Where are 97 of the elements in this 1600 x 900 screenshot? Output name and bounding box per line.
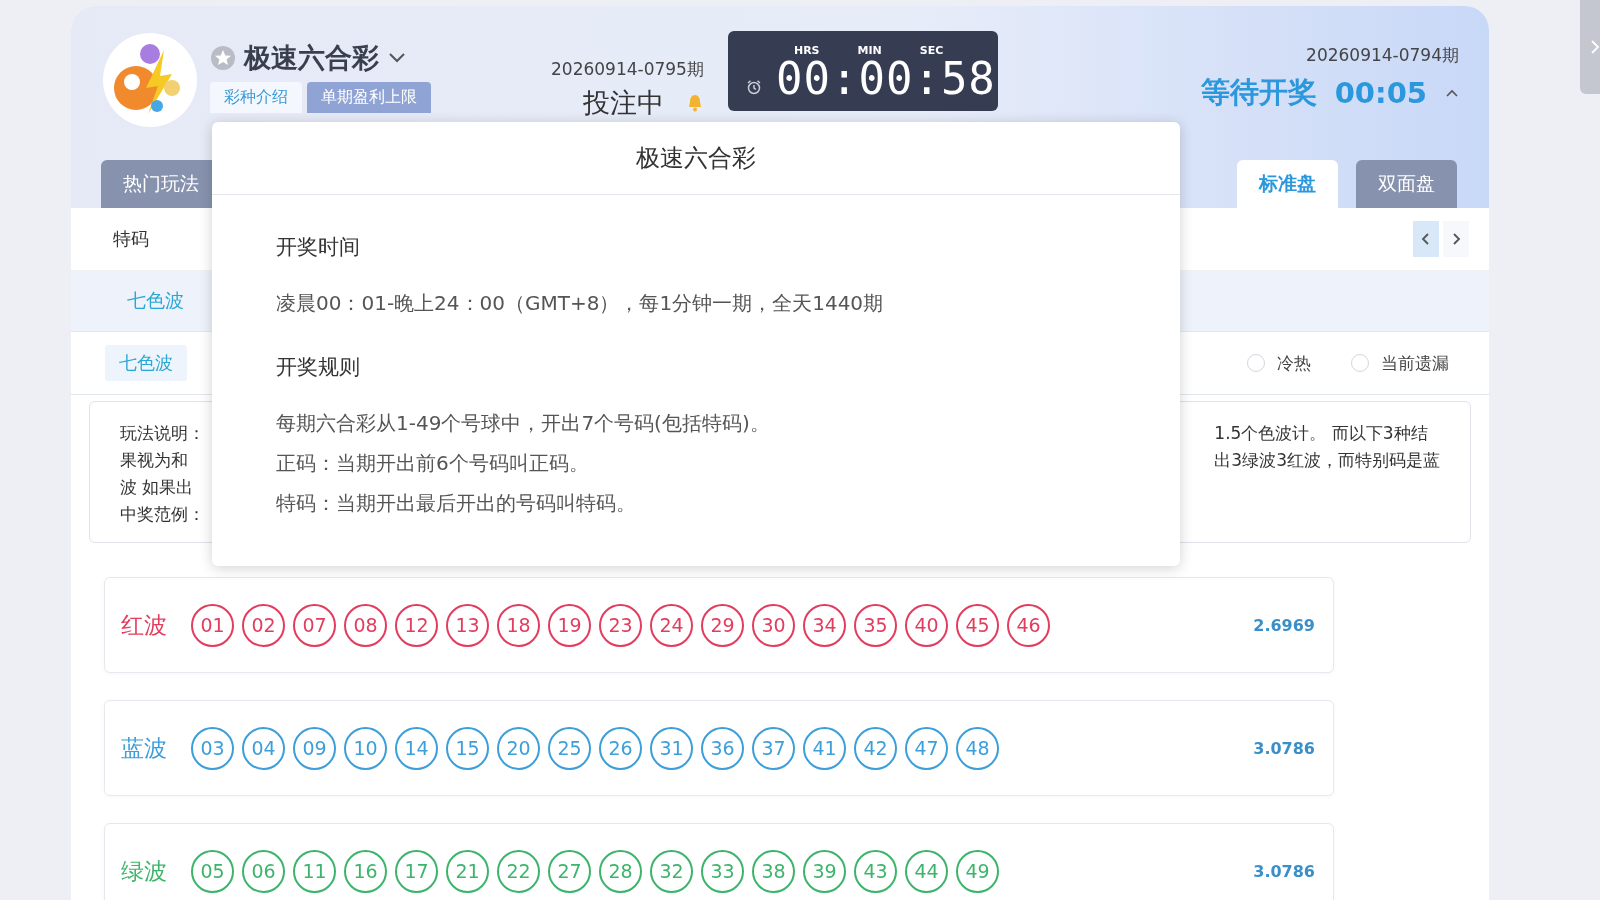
number-ball: 16 [344,849,387,893]
number-ball: 15 [446,726,489,770]
number-ball: 32 [650,849,693,893]
chevron-down-icon[interactable] [387,51,407,65]
number-ball: 30 [752,603,795,647]
number-ball: 45 [956,603,999,647]
number-ball: 35 [854,603,897,647]
chevron-right-icon[interactable] [1451,232,1461,246]
rules-text: 波 如果出 [120,476,195,499]
timer-digits: 00:00:58 [775,57,996,101]
number-ball: 18 [497,603,540,647]
timer-unit-label: MIN [857,44,882,57]
number-ball: 19 [548,603,591,647]
number-ball: 13 [446,603,489,647]
info-tab[interactable]: 彩种介绍 [210,82,302,113]
number-ball: 10 [344,726,387,770]
subcategory-tab[interactable]: 七色波 [121,287,190,315]
wave-label: 红波 [121,610,168,640]
number-ball: 26 [599,726,642,770]
number-ball: 11 [293,849,336,893]
number-ball: 28 [599,849,642,893]
number-ball: 03 [191,726,234,770]
play-type-tag: 七色波 [105,345,187,381]
wave-option-card[interactable]: 蓝波 03 04 09 10 14 15 20 25 26 31 36 37 41 42 47 48 3.0786 [104,700,1334,796]
number-ball: 04 [242,726,285,770]
number-ball: 23 [599,603,642,647]
number-ball: 43 [854,849,897,893]
number-ball: 22 [497,849,540,893]
timer-unit-label: SEC [919,44,944,57]
number-ball: 46 [1007,603,1050,647]
number-ball: 17 [395,849,438,893]
rules-text: 玩法说明： [120,422,205,445]
info-tab[interactable]: 单期盈利上限 [307,82,431,113]
number-ball: 33 [701,849,744,893]
number-ball: 21 [446,849,489,893]
lottery-title[interactable]: 极速六合彩 [244,40,379,76]
wave-label: 绿波 [121,856,168,886]
number-ball: 02 [242,603,285,647]
number-ball: 38 [752,849,795,893]
number-ball: 08 [344,603,387,647]
number-ball: 07 [293,603,336,647]
number-ball: 36 [701,726,744,770]
draw-countdown: 00:05 [1334,76,1427,110]
timer-unit-label: HRS [793,44,820,57]
radio-label[interactable]: 当前遗漏 [1381,351,1449,375]
previous-issue-number: 20260914-0794期 [1306,44,1459,67]
rules-text: 出3绿波3红波，而特别码是蓝 [1214,449,1440,472]
scroll-right-button[interactable] [1443,221,1469,257]
rule-text: 正码：当期开出前6个号码叫正码。 [276,450,590,477]
number-ball: 24 [650,603,693,647]
number-ball: 37 [752,726,795,770]
number-ball: 09 [293,726,336,770]
number-ball: 41 [803,726,846,770]
popup-title: 极速六合彩 [212,122,1180,195]
wave-option-card[interactable]: 红波 01 02 07 08 12 13 18 19 23 24 29 30 34 35 40 45 46 2.6969 [104,577,1334,673]
odds-value: 3.0786 [1253,861,1315,881]
rule-text: 每期六合彩从1-49个号球中，开出7个号码(包括特码)。 [276,410,771,437]
number-ball: 06 [242,849,285,893]
number-ball: 40 [905,603,948,647]
number-ball: 42 [854,726,897,770]
wave-label: 蓝波 [121,733,168,763]
odds-value: 3.0786 [1253,738,1315,758]
wave-option-card[interactable]: 绿波 05 06 11 16 17 21 22 27 28 32 33 38 39 43 44 49 3.0786 [104,823,1334,900]
section-heading: 开奖时间 [276,234,361,261]
number-ball: 44 [905,849,948,893]
number-ball: 48 [956,726,999,770]
radio-label[interactable]: 冷热 [1277,351,1311,375]
number-ball: 14 [395,726,438,770]
rules-text: 1.5个色波计。 而以下3种结 [1214,422,1429,445]
number-ball: 29 [701,603,744,647]
number-ball: 39 [803,849,846,893]
number-ball: 05 [191,849,234,893]
number-ball: 25 [548,726,591,770]
odds-value: 2.6969 [1253,615,1315,635]
number-ball: 12 [395,603,438,647]
market-tab[interactable]: 标准盘 [1237,160,1338,208]
rules-text: 果视为和 [120,449,189,472]
rule-text: 特码：当期开出最后开出的号码叫特码。 [276,490,637,517]
draw-status: 等待开奖 [1200,74,1317,111]
alarm-clock-icon [745,79,762,95]
number-ball: 31 [650,726,693,770]
chevron-up-icon[interactable] [1445,88,1459,98]
betting-status: 投注中 [582,86,664,120]
number-ball: 34 [803,603,846,647]
rules-text: 中奖范例： [120,503,205,526]
scroll-left-button[interactable] [1413,221,1439,257]
number-ball: 20 [497,726,540,770]
number-ball: 01 [191,603,234,647]
section-heading: 开奖规则 [276,354,361,381]
category-tab[interactable]: 特码 [107,226,155,252]
issue-number: 20260914-0795期 [551,58,704,81]
number-ball: 49 [956,849,999,893]
rule-text: 凌晨00：01-晚上24：00（GMT+8），每1分钟一期，全天1440期 [276,290,885,317]
number-ball: 47 [905,726,948,770]
chevron-left-icon[interactable] [1421,232,1431,246]
market-tab[interactable]: 双面盘 [1356,160,1457,208]
number-ball: 27 [548,849,591,893]
